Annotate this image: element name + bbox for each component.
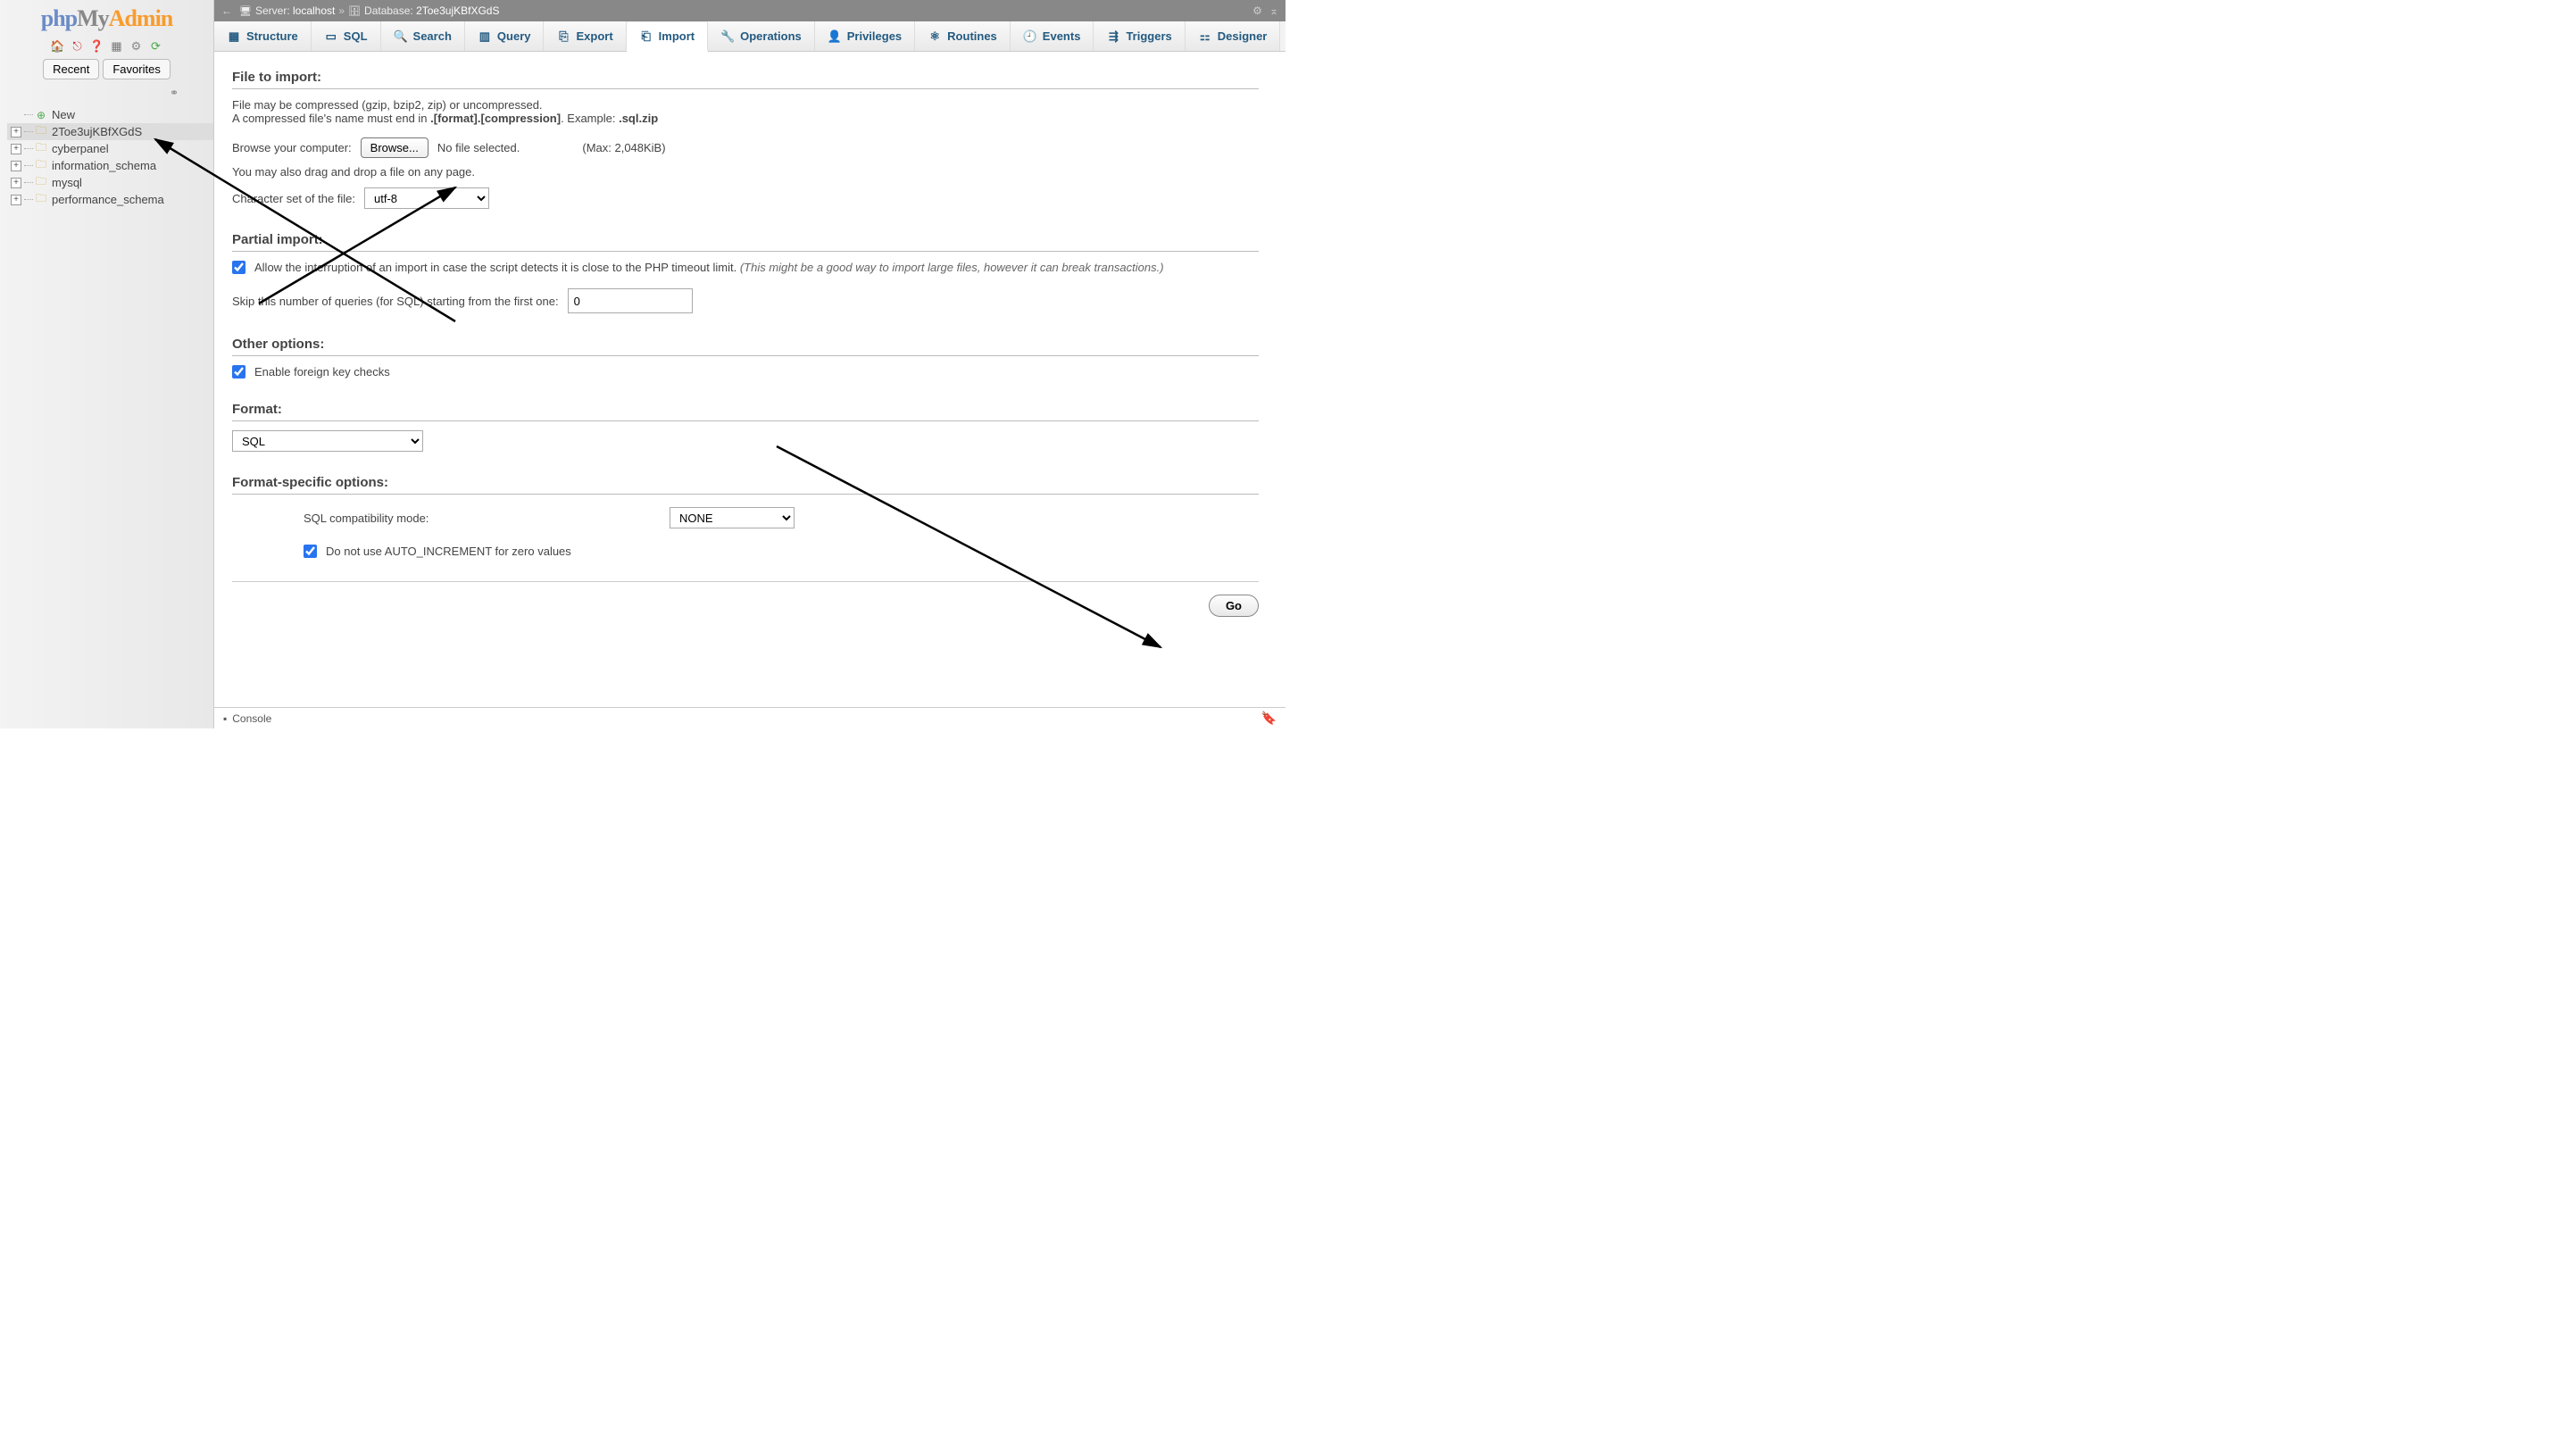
breadcrumb-db[interactable]: 2Toe3ujKBfXGdS: [416, 4, 499, 17]
tab-privileges[interactable]: 👤Privileges: [815, 21, 915, 51]
tab-export[interactable]: ⎘Export: [544, 21, 626, 51]
triggers-icon: ⇶: [1106, 29, 1120, 44]
tab-triggers[interactable]: ⇶Triggers: [1094, 21, 1185, 51]
db-tree: ⊕New +🗀2Toe3ujKBfXGdS +🗀cyberpanel +🗀inf…: [0, 106, 213, 208]
tab-operations[interactable]: 🔧Operations: [708, 21, 815, 51]
browse-label: Browse your computer:: [232, 141, 352, 154]
tree-db-1[interactable]: +🗀cyberpanel: [7, 140, 213, 157]
expand-icon[interactable]: +: [11, 144, 21, 154]
tab-structure[interactable]: ▦Structure: [214, 21, 312, 51]
privileges-icon: 👤: [828, 29, 842, 44]
allow-interrupt-label: Allow the interruption of an import in c…: [254, 261, 1164, 274]
home-icon[interactable]: 🏠: [51, 39, 65, 54]
expand-icon[interactable]: +: [11, 178, 21, 188]
events-icon: 🕘: [1023, 29, 1037, 44]
routines-icon: ⚛: [928, 29, 942, 44]
skip-input[interactable]: [568, 288, 693, 313]
section-format: Format: SQL: [232, 402, 1259, 452]
operations-icon: 🔧: [720, 29, 735, 44]
tree-db-0[interactable]: +🗀2Toe3ujKBfXGdS: [7, 123, 213, 140]
section-partial: Partial import: Allow the interruption o…: [232, 232, 1259, 313]
breadcrumb-server-label: Server:: [255, 4, 290, 17]
exit-icon[interactable]: ⎋: [71, 39, 85, 54]
other-legend: Other options:: [232, 337, 1259, 356]
tab-search[interactable]: 🔍Search: [381, 21, 465, 51]
tab-designer[interactable]: ⚏Designer: [1186, 21, 1281, 51]
gear-icon[interactable]: ⚙: [1252, 4, 1262, 17]
partial-legend: Partial import:: [232, 232, 1259, 252]
format-select[interactable]: SQL: [232, 430, 423, 452]
import-form: File to import: File may be compressed (…: [214, 52, 1286, 728]
browse-button[interactable]: Browse...: [361, 137, 428, 158]
docs-icon[interactable]: ❓: [90, 39, 104, 54]
charset-select[interactable]: utf-8: [364, 187, 489, 209]
autoinc-checkbox[interactable]: [304, 545, 317, 558]
reload-icon[interactable]: ⟳: [149, 39, 163, 54]
tab-import[interactable]: ⎗Import: [627, 22, 708, 52]
tab-bar: ▦Structure ▭SQL 🔍Search ▥Query ⎘Export ⎗…: [214, 21, 1286, 52]
format-legend: Format:: [232, 402, 1259, 421]
charset-label: Character set of the file:: [232, 192, 355, 205]
query-icon: ▥: [478, 29, 492, 44]
go-button[interactable]: Go: [1209, 595, 1259, 617]
allow-interrupt-checkbox[interactable]: [232, 261, 245, 274]
back-icon[interactable]: ←: [221, 4, 232, 17]
compat-label: SQL compatibility mode:: [304, 512, 661, 525]
tree-db-3[interactable]: +🗀mysql: [7, 174, 213, 191]
database-icon: 🗄: [348, 5, 361, 17]
console-bar[interactable]: ▪ Console 🔖: [214, 707, 1286, 728]
search-icon: 🔍: [394, 29, 408, 44]
skip-label: Skip this number of queries (for SQL) st…: [232, 295, 559, 308]
expand-icon[interactable]: +: [11, 161, 21, 171]
file-legend: File to import:: [232, 70, 1259, 89]
file-hint2: A compressed file's name must end in .[f…: [232, 112, 1259, 125]
sidebar-toolbar: 🏠 ⎋ ❓ ▦ ⚙ ⟳: [51, 39, 163, 54]
breadcrumb-db-label: Database:: [364, 4, 413, 17]
bookmark-icon[interactable]: 🔖: [1261, 711, 1277, 726]
tab-sql[interactable]: ▭SQL: [312, 21, 381, 51]
section-fso: Format-specific options: SQL compatibili…: [232, 475, 1259, 558]
file-hint1: File may be compressed (gzip, bzip2, zip…: [232, 98, 1259, 112]
tab-events[interactable]: 🕘Events: [1011, 21, 1094, 51]
console-label: Console: [232, 712, 271, 725]
section-other: Other options: Enable foreign key checks: [232, 337, 1259, 379]
max-size: (Max: 2,048KiB): [582, 141, 665, 154]
tab-query[interactable]: ▥Query: [465, 21, 545, 51]
fk-label: Enable foreign key checks: [254, 365, 390, 379]
sql-icon[interactable]: ▦: [110, 39, 124, 54]
logo: phpMyAdmin: [41, 5, 173, 32]
settings-icon[interactable]: ⚙: [129, 39, 144, 54]
fk-checkbox[interactable]: [232, 365, 245, 379]
breadcrumb: ← 🖥 Server: localhost » 🗄 Database: 2Toe…: [214, 0, 1286, 21]
expand-icon[interactable]: +: [11, 127, 21, 137]
autoinc-label: Do not use AUTO_INCREMENT for zero value…: [326, 545, 571, 558]
main: ← 🖥 Server: localhost » 🗄 Database: 2Toe…: [214, 0, 1286, 728]
tree-db-4[interactable]: +🗀performance_schema: [7, 191, 213, 208]
server-icon: 🖥: [239, 5, 252, 17]
favorites-tab[interactable]: Favorites: [103, 59, 170, 79]
section-file: File to import: File may be compressed (…: [232, 70, 1259, 209]
expand-icon[interactable]: +: [11, 195, 21, 205]
compat-select[interactable]: NONE: [670, 507, 795, 528]
drag-hint: You may also drag and drop a file on any…: [232, 165, 1259, 179]
designer-icon: ⚏: [1198, 29, 1212, 44]
fso-legend: Format-specific options:: [232, 475, 1259, 495]
tree-new[interactable]: ⊕New: [7, 106, 213, 123]
console-icon: ▪: [223, 712, 227, 725]
collapse-icon[interactable]: ⌅: [1269, 4, 1278, 17]
export-icon: ⎘: [556, 29, 570, 44]
sidebar: phpMyAdmin 🏠 ⎋ ❓ ▦ ⚙ ⟳ Recent Favorites …: [0, 0, 214, 728]
sql-icon: ▭: [324, 29, 338, 44]
link-icon[interactable]: ⚭: [152, 87, 179, 99]
no-file-text: No file selected.: [437, 141, 520, 154]
tab-routines[interactable]: ⚛Routines: [915, 21, 1011, 51]
recent-tab[interactable]: Recent: [43, 59, 99, 79]
structure-icon: ▦: [227, 29, 241, 44]
breadcrumb-server[interactable]: localhost: [293, 4, 335, 17]
tree-db-2[interactable]: +🗀information_schema: [7, 157, 213, 174]
import-icon: ⎗: [639, 29, 653, 44]
